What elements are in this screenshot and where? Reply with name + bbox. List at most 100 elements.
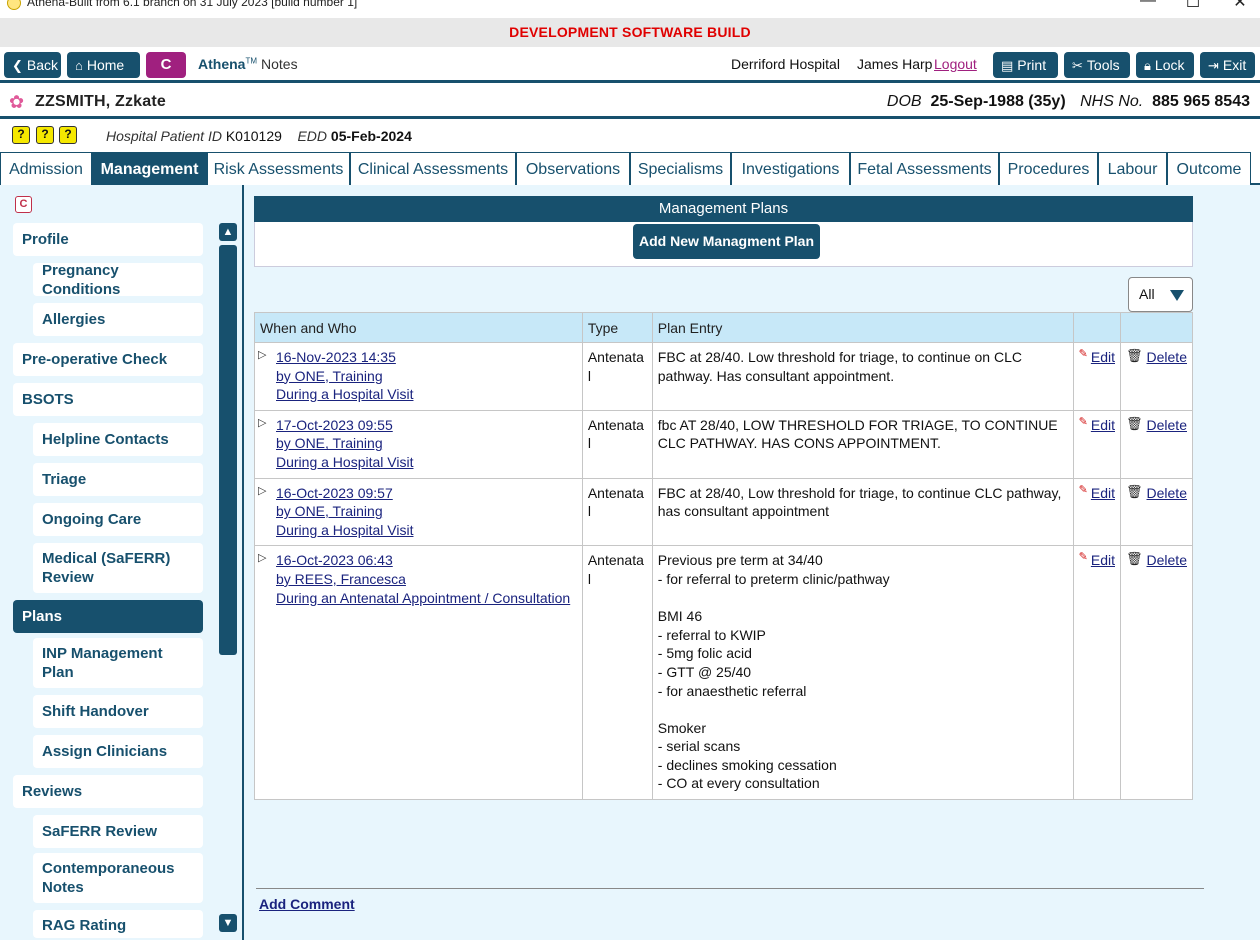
chevron-left-icon: ❮ (12, 58, 23, 73)
plan-type: Antenata l (581, 477, 653, 547)
sidebar-item-saferr-review[interactable]: SaFERR Review (33, 815, 203, 848)
sidebar-item-assign-clinicians[interactable]: Assign Clinicians (33, 735, 203, 768)
plan-author-link[interactable]: by REES, Francesca (276, 570, 570, 589)
sidebar-item-contemporaneous-notes[interactable]: Contemporaneous Notes (33, 853, 203, 903)
nhs-value: 885 965 8543 (1152, 93, 1250, 110)
window-title: Athena-Built from 6.1 branch on 31 July … (27, 0, 358, 9)
sidebar-item-medical-saferr-review[interactable]: Medical (SaFERR) Review (33, 543, 203, 593)
tab-clinical-assessments[interactable]: Clinical Assessments (350, 152, 516, 185)
expand-triangle-icon[interactable]: ▷ (258, 348, 276, 404)
plan-author-link[interactable]: by ONE, Training (276, 434, 413, 453)
print-button[interactable]: ▤ Print (993, 52, 1058, 78)
plan-context-link[interactable]: During a Hospital Visit (276, 385, 413, 404)
plan-context-link[interactable]: During an Antenatal Appointment / Consul… (276, 589, 570, 608)
plan-entry-text: FBC at 28/40. Low threshold for triage, … (651, 342, 1074, 411)
sidebar-item-allergies[interactable]: Allergies (33, 303, 203, 336)
app-icon (7, 0, 21, 10)
plan-datetime-link[interactable]: 16-Nov-2023 14:35 (276, 348, 413, 367)
edit-link[interactable]: Edit (1091, 349, 1115, 365)
dob-value: 25-Sep-1988 (35y) (930, 93, 1066, 110)
trash-icon: 🗑︎ (1126, 551, 1143, 567)
patient-demographics: DOB 25-Sep-1988 (35y) NHS No. 885 965 85… (887, 93, 1250, 111)
delete-link[interactable]: Delete (1147, 417, 1187, 433)
home-button[interactable]: ⌂ Home (67, 52, 140, 78)
tab-outcome[interactable]: Outcome (1167, 152, 1251, 185)
pencil-icon: ✎ (1078, 483, 1088, 496)
column-header-delete (1120, 312, 1193, 343)
exit-button[interactable]: ⇥ Exit (1200, 52, 1255, 78)
maximize-icon[interactable]: ☐ (1178, 0, 1208, 12)
plan-entry-text: FBC at 28/40, Low threshold for triage, … (651, 477, 1074, 547)
edit-link[interactable]: Edit (1091, 485, 1115, 501)
plan-type-filter[interactable]: All (1128, 277, 1193, 312)
sidebar-item-profile[interactable]: Profile (13, 223, 203, 256)
sidebar-item-inp-management-plan[interactable]: INP Management Plan (33, 638, 203, 688)
sidebar-item-rag-rating[interactable]: RAG Rating (33, 910, 203, 938)
sidebar-item-reviews[interactable]: Reviews (13, 775, 203, 808)
plan-datetime-link[interactable]: 16-Oct-2023 09:57 (276, 484, 413, 503)
sidebar-item-triage[interactable]: Triage (33, 463, 203, 496)
tab-observations[interactable]: Observations (516, 152, 630, 185)
c-alert-icon[interactable]: C (15, 196, 32, 213)
tab-risk-assessments[interactable]: Risk Assessments (207, 152, 350, 185)
left-navigation-pane: C Profile Pregnancy Conditions Allergies… (0, 185, 244, 940)
expand-triangle-icon[interactable]: ▷ (258, 416, 276, 472)
tab-investigations[interactable]: Investigations (731, 152, 850, 185)
logout-link[interactable]: Logout (934, 56, 977, 72)
tab-labour[interactable]: Labour (1098, 152, 1167, 185)
close-icon[interactable]: ✕ (1225, 0, 1255, 12)
plan-type: Antenata l (581, 342, 653, 411)
expand-triangle-icon[interactable]: ▷ (258, 551, 276, 607)
trash-icon: 🗑︎ (1126, 348, 1143, 363)
edit-link[interactable]: Edit (1091, 552, 1115, 568)
expand-triangle-icon[interactable]: ▷ (258, 484, 276, 540)
tab-management[interactable]: Management (92, 152, 207, 185)
pencil-icon: ✎ (1078, 415, 1088, 428)
delete-link[interactable]: Delete (1147, 349, 1187, 365)
table-row: ▷ 17-Oct-2023 09:55 by ONE, Training Dur… (254, 409, 1193, 479)
delete-link[interactable]: Delete (1147, 552, 1187, 568)
tools-button[interactable]: ✂ Tools (1064, 52, 1130, 78)
plan-type: Antenata l (581, 545, 653, 801)
sidebar-item-pre-operative-check[interactable]: Pre-operative Check (13, 343, 203, 376)
checklist-alert-icon[interactable]: ? (12, 126, 30, 144)
edit-link[interactable]: Edit (1091, 417, 1115, 433)
sidebar-item-bsots[interactable]: BSOTS (13, 383, 203, 416)
lock-button[interactable]: 🔒︎ Lock (1136, 52, 1194, 78)
scroll-down-icon[interactable]: ▼ (219, 914, 237, 932)
delete-link[interactable]: Delete (1147, 485, 1187, 501)
sidebar-scrollbar[interactable]: ▲ ▼ (219, 223, 237, 933)
minimize-icon[interactable]: — (1133, 0, 1163, 10)
plan-context-link[interactable]: During a Hospital Visit (276, 453, 413, 472)
table-row: ▷ 16-Oct-2023 09:57 by ONE, Training Dur… (254, 477, 1193, 547)
dev-build-banner: DEVELOPMENT SOFTWARE BUILD (0, 18, 1260, 47)
scroll-thumb[interactable] (219, 245, 237, 655)
back-button[interactable]: ❮ Back (4, 52, 61, 78)
sidebar-item-helpline-contacts[interactable]: Helpline Contacts (33, 423, 203, 456)
add-management-plan-button[interactable]: Add New Managment Plan (633, 224, 820, 259)
question-alert-icon[interactable]: ? (36, 126, 54, 144)
tab-fetal-assessments[interactable]: Fetal Assessments (850, 152, 999, 185)
tab-admission[interactable]: Admission (0, 152, 92, 185)
plan-author-link[interactable]: by ONE, Training (276, 367, 413, 386)
management-plans-title: Management Plans (254, 196, 1193, 222)
plan-context-link[interactable]: During a Hospital Visit (276, 521, 413, 540)
plan-datetime-link[interactable]: 16-Oct-2023 06:43 (276, 551, 570, 570)
plan-author-link[interactable]: by ONE, Training (276, 502, 413, 521)
plan-datetime-link[interactable]: 17-Oct-2023 09:55 (276, 416, 413, 435)
back-label: Back (26, 57, 59, 73)
sidebar-item-pregnancy-conditions[interactable]: Pregnancy Conditions (33, 262, 203, 298)
sidebar-item-shift-handover[interactable]: Shift Handover (33, 695, 203, 728)
patient-name: ZZSMITH, Zzkate (35, 93, 167, 110)
c-button[interactable]: C (146, 52, 186, 78)
tab-procedures[interactable]: Procedures (999, 152, 1098, 185)
sidebar-item-ongoing-care[interactable]: Ongoing Care (33, 503, 203, 536)
question-alert-icon[interactable]: ? (59, 126, 77, 144)
table-row: ▷ 16-Oct-2023 06:43 by REES, Francesca D… (254, 545, 1193, 801)
tab-specialisms[interactable]: Specialisms (630, 152, 731, 185)
scroll-up-icon[interactable]: ▲ (219, 223, 237, 241)
add-comment-link[interactable]: Add Comment (259, 896, 355, 912)
hospital-patient-id: Hospital Patient ID K010129 EDD 05-Feb-2… (106, 128, 412, 144)
window-titlebar: Athena-Built from 6.1 branch on 31 July … (0, 0, 1260, 18)
sidebar-item-plans[interactable]: Plans (13, 600, 203, 633)
